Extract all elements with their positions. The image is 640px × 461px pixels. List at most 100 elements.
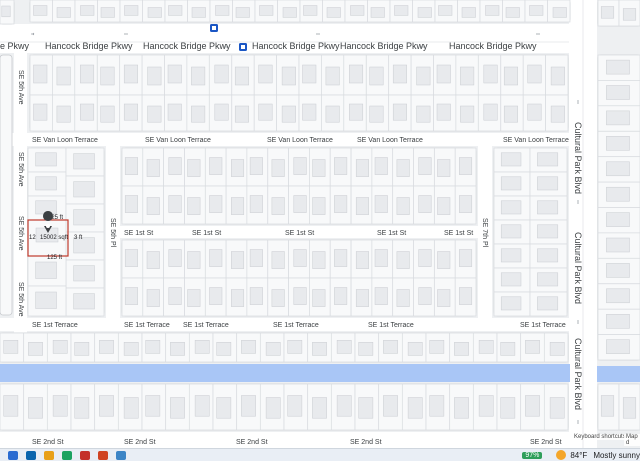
- building: [334, 157, 348, 175]
- building: [147, 7, 162, 18]
- building: [606, 85, 630, 100]
- building: [214, 64, 229, 84]
- building: [265, 342, 281, 356]
- building: [80, 5, 95, 16]
- building: [383, 340, 398, 354]
- building: [28, 342, 43, 356]
- edge-icon[interactable]: [116, 450, 126, 460]
- building: [437, 289, 451, 307]
- building: [500, 176, 522, 191]
- building: [145, 395, 161, 417]
- building: [459, 195, 473, 213]
- building: [549, 342, 565, 356]
- building: [552, 7, 567, 18]
- street-label-1st-terrace: SE 1st Terrace: [183, 322, 229, 329]
- building: [35, 176, 57, 191]
- building: [436, 103, 451, 121]
- building: [99, 340, 114, 354]
- building: [168, 157, 182, 175]
- building: [461, 7, 476, 18]
- building: [100, 7, 115, 18]
- building: [485, 5, 500, 16]
- building: [606, 288, 630, 304]
- street-label-van-loon: SE Van Loon Terrace: [32, 137, 98, 144]
- street-label-hancock: Hancock Bridge Pkwy: [143, 41, 231, 51]
- weather-desc[interactable]: Mostly sunny: [593, 451, 640, 460]
- building: [209, 157, 223, 175]
- building: [429, 395, 445, 417]
- building: [383, 395, 398, 417]
- street-label-1st-terrace: SE 1st Terrace: [124, 322, 170, 329]
- outlook-icon[interactable]: [26, 450, 36, 460]
- building: [500, 296, 522, 311]
- building: [396, 197, 410, 215]
- building: [500, 200, 522, 215]
- building: [191, 66, 206, 86]
- building: [100, 66, 115, 86]
- canal-water: [0, 364, 570, 382]
- building: [187, 251, 201, 269]
- building: [460, 66, 475, 86]
- browser-icon[interactable]: [8, 450, 18, 460]
- building: [537, 224, 559, 239]
- building: [418, 195, 432, 213]
- building: [74, 397, 90, 419]
- building: [191, 7, 206, 18]
- building: [355, 197, 369, 215]
- street-label-5th-ave: SE 5th Ave: [17, 152, 24, 187]
- building: [249, 195, 263, 213]
- files-icon[interactable]: [44, 450, 54, 460]
- building: [259, 5, 274, 16]
- building: [527, 64, 542, 84]
- building: [216, 397, 232, 419]
- parcel-area: 15002 sqft: [40, 235, 68, 241]
- building: [215, 5, 230, 16]
- highway-shield-icon: [210, 24, 218, 32]
- building: [123, 64, 138, 84]
- building: [334, 249, 348, 267]
- building: [167, 64, 182, 84]
- building: [336, 340, 352, 354]
- building: [56, 7, 71, 18]
- building: [358, 397, 374, 419]
- app-icon[interactable]: [62, 450, 72, 460]
- map-canvas[interactable]: 125 ft 125 ft 12 3 ft 15002 sqft e Pkwy …: [0, 0, 640, 448]
- building: [234, 66, 249, 86]
- building: [500, 224, 522, 239]
- building: [396, 289, 410, 307]
- map-view[interactable]: 125 ft 125 ft 12 3 ft 15002 sqft e Pkwy …: [0, 0, 640, 448]
- building: [606, 339, 630, 354]
- battery-status[interactable]: 97%: [522, 451, 543, 459]
- building: [529, 5, 544, 16]
- pdf-icon[interactable]: [80, 450, 90, 460]
- building: [293, 157, 307, 175]
- map-data-attribution[interactable]: Map d: [624, 434, 640, 446]
- building: [349, 64, 364, 84]
- weather-sun-icon[interactable]: [556, 450, 567, 460]
- building: [52, 340, 68, 354]
- weather-temp[interactable]: 84°F: [570, 451, 587, 460]
- street-label-7th-pl: SE 7th Pl: [481, 218, 488, 248]
- building: [437, 251, 451, 269]
- street-label-2nd-st: SE 2nd St: [236, 439, 268, 446]
- presentation-icon[interactable]: [98, 450, 108, 460]
- building: [550, 66, 565, 86]
- building: [407, 342, 423, 356]
- street-label-1st-terrace: SE 1st Terrace: [520, 322, 566, 329]
- building: [170, 342, 185, 356]
- building: [271, 289, 285, 307]
- building: [303, 5, 318, 16]
- building: [258, 103, 273, 121]
- building: [606, 212, 630, 227]
- building: [312, 159, 326, 177]
- building: [325, 105, 340, 123]
- building: [209, 195, 223, 213]
- street-label-cultural-park: Cultural Park Blvd: [573, 232, 583, 304]
- building: [606, 136, 630, 151]
- keyboard-shortcuts-link[interactable]: Keyboard shortcuts: [572, 434, 628, 440]
- building: [281, 105, 296, 123]
- building: [459, 287, 473, 305]
- street-label-hancock: Hancock Bridge Pkwy: [340, 41, 428, 51]
- building: [416, 66, 431, 86]
- building: [194, 395, 210, 417]
